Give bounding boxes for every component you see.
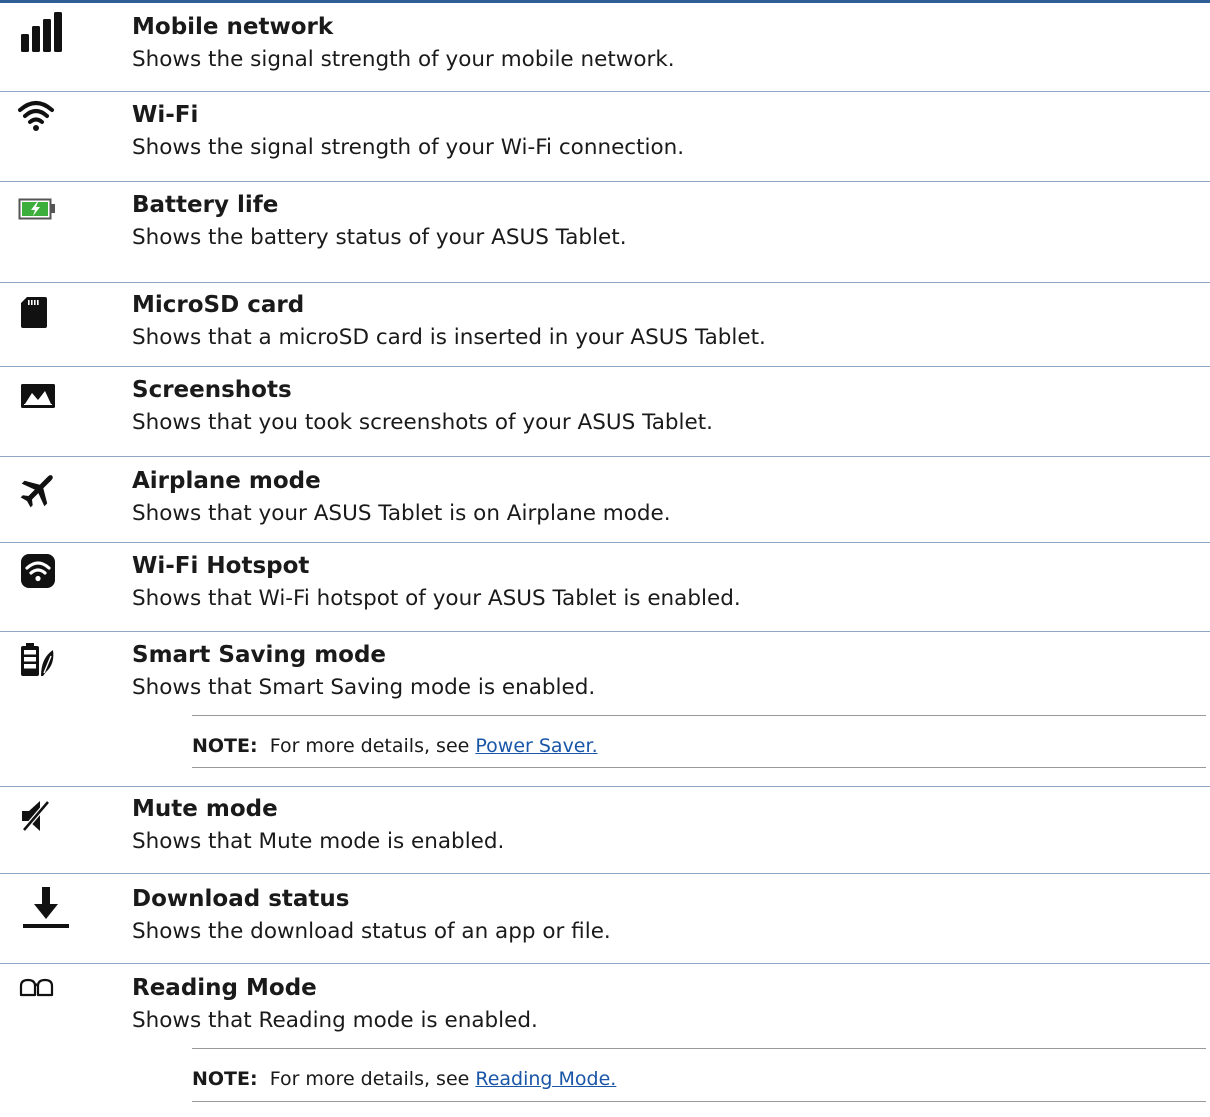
row-description: Shows that you took screenshots of your …: [132, 410, 713, 435]
wifi-icon: [18, 100, 70, 144]
note-top-rule: [192, 1048, 1206, 1049]
row-separator: [0, 456, 1210, 457]
note-bottom-rule: [192, 1101, 1206, 1102]
smart-saving-icon: [18, 640, 70, 684]
row-separator: [0, 282, 1210, 283]
row-description: Shows that Smart Saving mode is enabled.: [132, 675, 596, 700]
note-reading-mode: NOTE: For more details, see Reading Mode…: [192, 1066, 616, 1092]
note-text: For more details, see: [269, 1068, 470, 1090]
row-description: Shows the battery status of your ASUS Ta…: [132, 225, 627, 250]
airplane-icon: [18, 466, 70, 510]
row-title: Mute mode: [132, 796, 278, 822]
row-separator: [0, 542, 1210, 543]
row-description: Shows that Reading mode is enabled.: [132, 1008, 538, 1033]
row-separator: [0, 786, 1210, 787]
note-label: NOTE:: [192, 1068, 258, 1090]
note-top-rule: [192, 715, 1206, 716]
note-bottom-rule: [192, 767, 1206, 768]
screenshot-icon: [18, 375, 70, 419]
wifi-hotspot-icon: [18, 551, 70, 595]
row-description: Shows the signal strength of your mobile…: [132, 47, 675, 72]
reading-mode-link[interactable]: Reading Mode.: [475, 1068, 616, 1090]
note-label: NOTE:: [192, 735, 258, 757]
row-title: Reading Mode: [132, 975, 317, 1001]
row-separator: [0, 181, 1210, 182]
microsd-card-icon: [18, 290, 70, 334]
signal-bars-icon: [18, 12, 70, 56]
row-title: Screenshots: [132, 377, 292, 403]
row-description: Shows the download status of an app or f…: [132, 919, 611, 944]
row-separator: [0, 366, 1210, 367]
top-rule: [0, 0, 1210, 3]
note-power-saver: NOTE: For more details, see Power Saver.: [192, 733, 598, 759]
row-separator: [0, 631, 1210, 632]
battery-charging-icon: [18, 190, 70, 234]
row-title: Mobile network: [132, 14, 334, 40]
row-title: Battery life: [132, 192, 279, 218]
reading-glasses-icon: [18, 973, 70, 1017]
note-text: For more details, see: [269, 735, 470, 757]
row-title: MicroSD card: [132, 292, 305, 318]
row-title: Download status: [132, 886, 350, 912]
row-separator: [0, 873, 1210, 874]
power-saver-link[interactable]: Power Saver.: [475, 735, 597, 757]
row-title: Airplane mode: [132, 468, 321, 494]
row-description: Shows that your ASUS Tablet is on Airpla…: [132, 501, 671, 526]
row-description: Shows that a microSD card is inserted in…: [132, 325, 766, 350]
row-separator: [0, 91, 1210, 92]
row-title: Wi-Fi: [132, 102, 199, 128]
row-description: Shows that Wi-Fi hotspot of your ASUS Ta…: [132, 586, 741, 611]
download-icon: [18, 884, 70, 928]
row-separator: [0, 963, 1210, 964]
row-description: Shows the signal strength of your Wi-Fi …: [132, 135, 685, 160]
mute-icon: [18, 794, 70, 838]
row-title: Wi-Fi Hotspot: [132, 553, 310, 579]
row-description: Shows that Mute mode is enabled.: [132, 829, 505, 854]
row-title: Smart Saving mode: [132, 642, 387, 668]
